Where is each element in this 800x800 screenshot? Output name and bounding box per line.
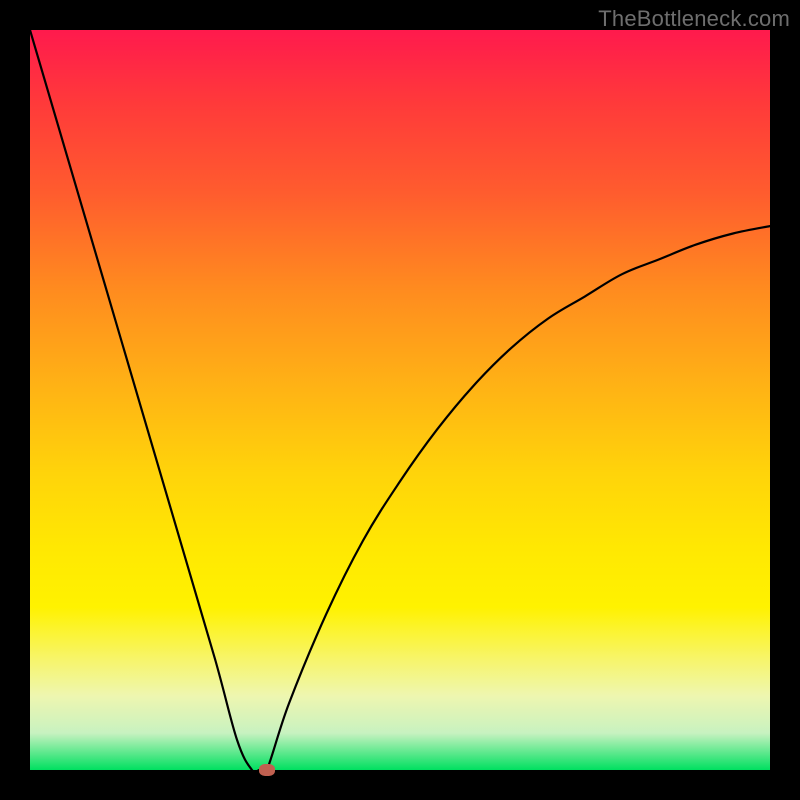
bottleneck-curve xyxy=(30,30,770,770)
optimum-marker xyxy=(259,764,275,776)
plot-area xyxy=(30,30,770,770)
watermark-text: TheBottleneck.com xyxy=(598,6,790,32)
chart-frame: TheBottleneck.com xyxy=(0,0,800,800)
